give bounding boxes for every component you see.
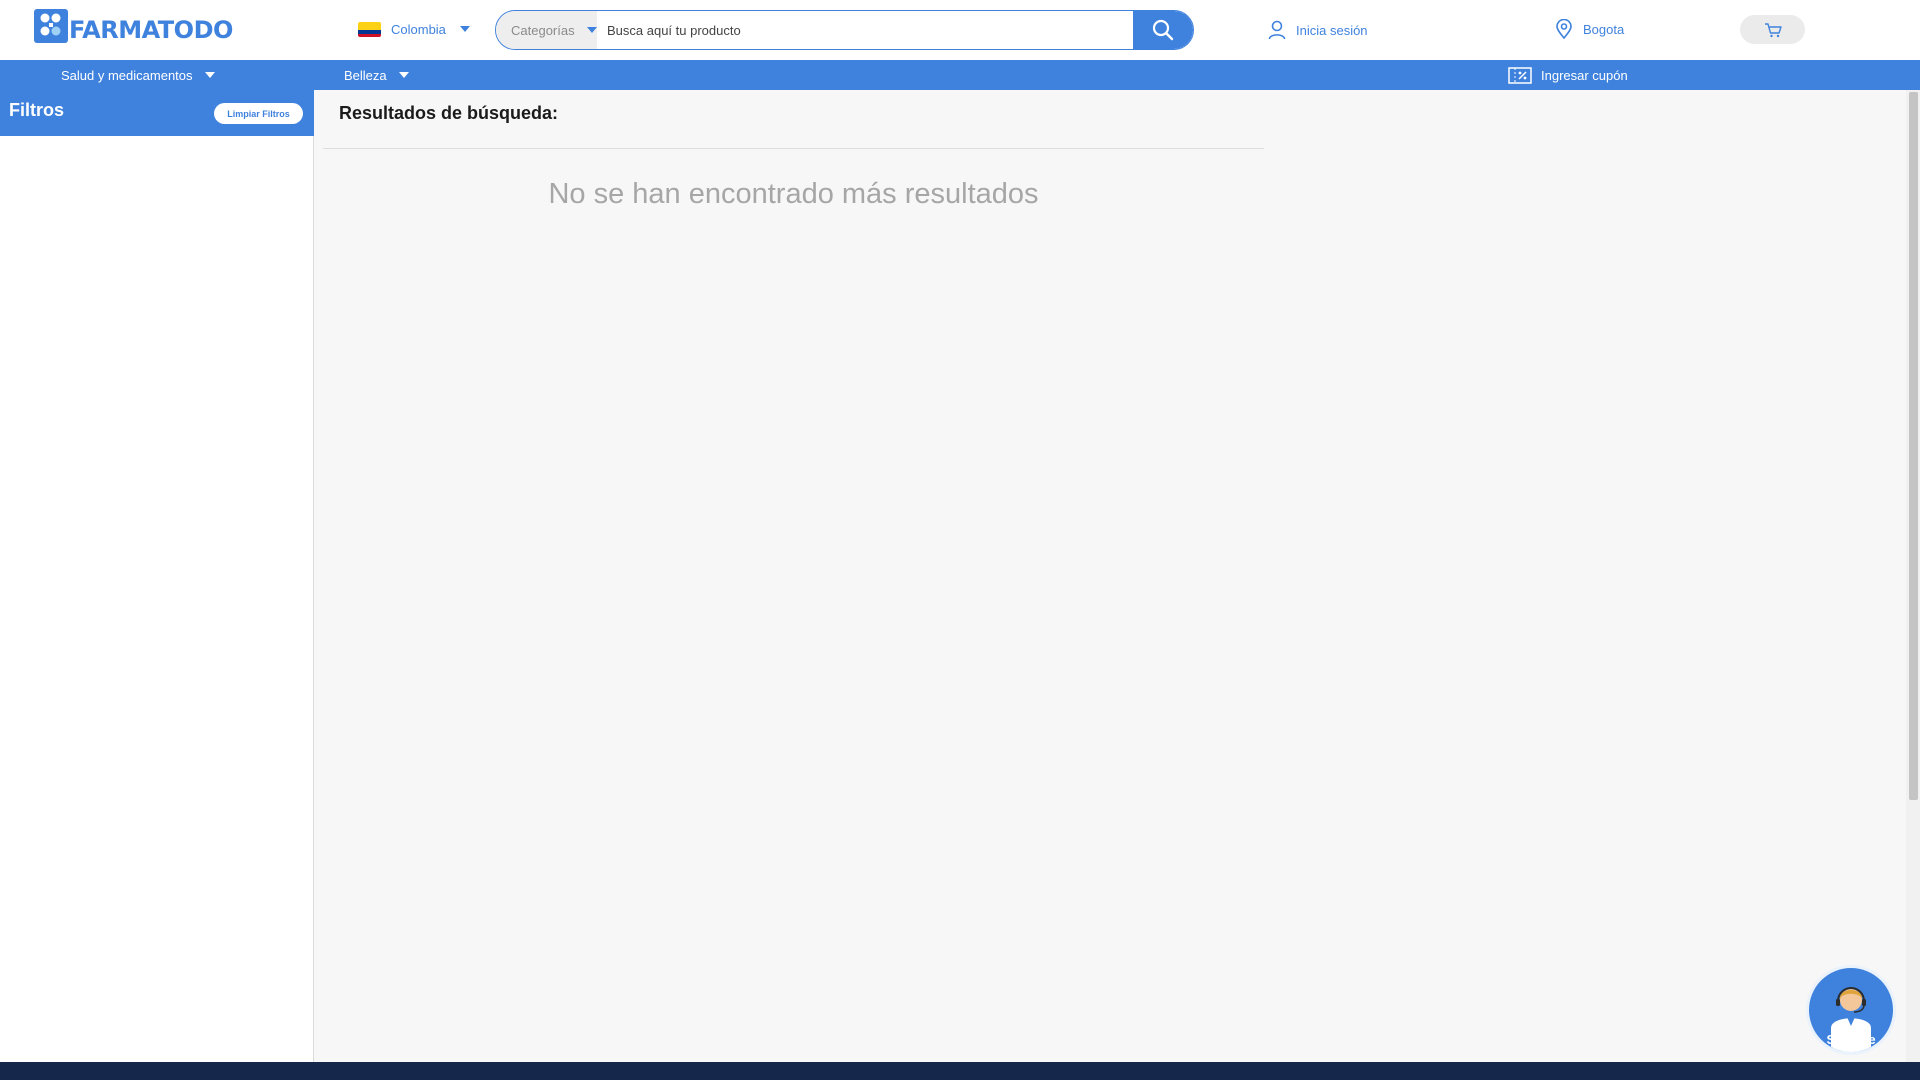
- chevron-down-icon: [398, 72, 409, 78]
- results-title: Resultados de búsqueda:: [339, 103, 559, 123]
- filters-sidebar: Filtros Limpiar Filtros: [0, 90, 314, 1062]
- category-dropdown[interactable]: Categorías: [496, 11, 597, 49]
- login-link[interactable]: Inicia sesión: [1268, 19, 1368, 41]
- coupon-button[interactable]: Ingresar cupón: [1508, 60, 1628, 90]
- top-header: FARMATODO Colombia Categorías Inicia ses…: [0, 0, 1920, 60]
- category-nav: Salud y medicamentos Belleza Ingresar cu…: [0, 60, 1920, 90]
- support-button[interactable]: Soporte: [1806, 965, 1896, 1055]
- logo-icon: [34, 9, 68, 43]
- nav-item-label: Belleza: [344, 67, 387, 83]
- filters-title: Filtros: [9, 100, 65, 120]
- search-input[interactable]: [597, 11, 1133, 49]
- clear-filters-button[interactable]: Limpiar Filtros: [214, 103, 303, 124]
- search-icon: [1152, 19, 1174, 41]
- search-bar: Categorías: [495, 10, 1194, 50]
- location-selector[interactable]: Bogota: [1555, 18, 1624, 40]
- category-label: Categorías: [511, 22, 575, 38]
- farmatodo-logo[interactable]: FARMATODO: [34, 8, 233, 44]
- logo-text: FARMATODO: [69, 16, 233, 44]
- chevron-down-icon: [586, 27, 597, 33]
- login-label: Inicia sesión: [1296, 22, 1368, 38]
- colombia-flag-icon: [358, 21, 381, 37]
- location-label: Bogota: [1583, 21, 1625, 37]
- cart-icon: [1764, 22, 1782, 37]
- user-icon: [1268, 20, 1286, 40]
- filters-header: Filtros Limpiar Filtros: [0, 90, 314, 136]
- coupon-icon: [1508, 66, 1532, 84]
- country-label: Colombia: [391, 21, 446, 37]
- country-selector[interactable]: Colombia: [358, 19, 470, 39]
- cart-button[interactable]: [1740, 15, 1805, 44]
- nav-item-salud[interactable]: Salud y medicamentos: [61, 60, 215, 90]
- scrollbar-thumb[interactable]: [1909, 92, 1918, 800]
- support-label: Soporte: [1826, 1032, 1876, 1047]
- search-button[interactable]: [1133, 11, 1193, 49]
- footer-strip: [0, 1062, 1920, 1080]
- nav-item-belleza[interactable]: Belleza: [344, 60, 409, 90]
- coupon-label: Ingresar cupón: [1541, 67, 1628, 83]
- nav-item-label: Salud y medicamentos: [61, 67, 193, 83]
- chevron-down-icon: [459, 26, 470, 32]
- empty-results-message: No se han encontrado más resultados: [548, 178, 1039, 210]
- chevron-down-icon: [204, 72, 215, 78]
- divider: [323, 148, 1264, 149]
- location-pin-icon: [1556, 19, 1572, 39]
